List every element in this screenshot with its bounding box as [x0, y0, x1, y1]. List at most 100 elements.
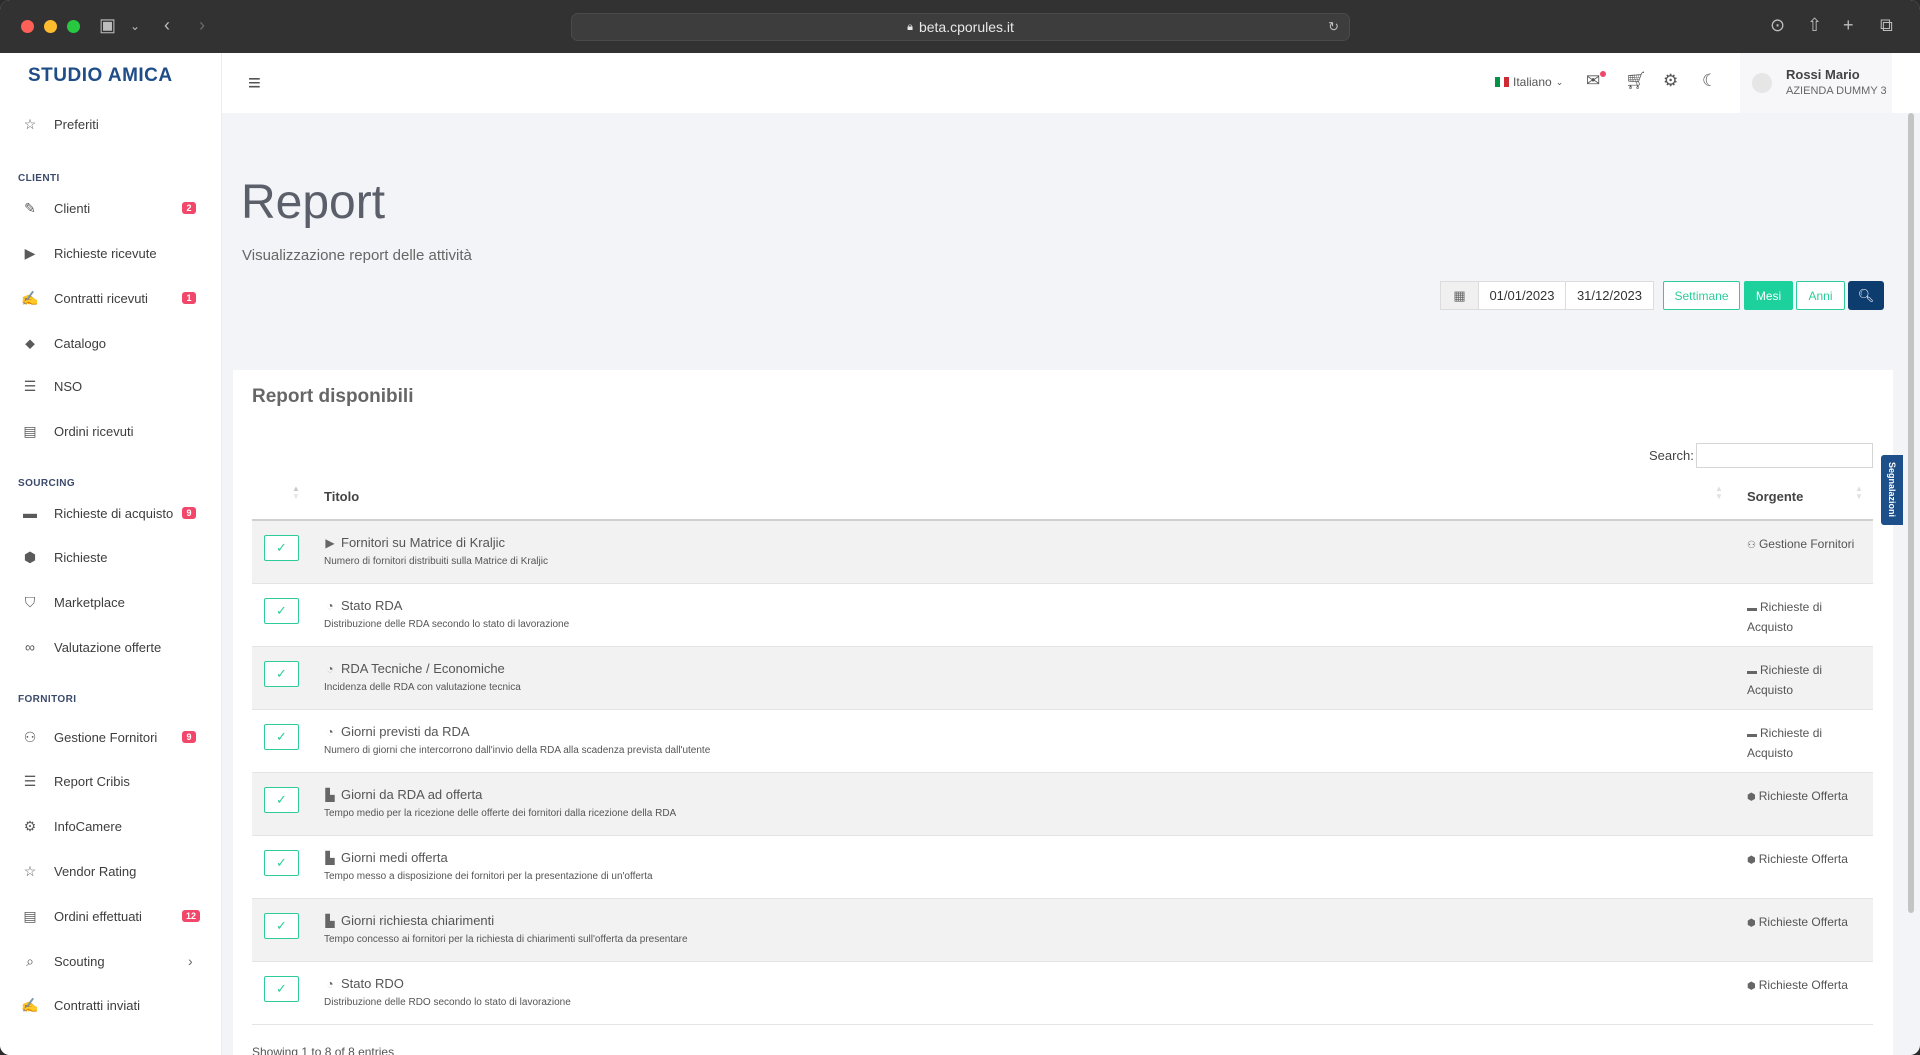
sort-icon[interactable]: ▲ ▼ [292, 485, 300, 501]
table-row[interactable]: ✓ ▙ Giorni richiesta chiarimenti Tempo conc… [252, 899, 1873, 962]
select-report-checkbox[interactable]: ✓ [264, 598, 299, 624]
table-search-input[interactable] [1696, 443, 1873, 468]
table-row[interactable]: ✓ ◔ Stato RDO Distribuzione delle RDO secon… [252, 962, 1873, 1025]
report-title[interactable]: ▙ Giorni da RDA ad offerta [324, 787, 482, 802]
select-report-checkbox[interactable]: ✓ [264, 724, 299, 750]
sidebar-item-valutazione-offerte[interactable]: ∞ Valutazione offerte [0, 632, 221, 662]
language-selector[interactable]: Italiano ⌄ [1495, 75, 1563, 89]
calendar-icon[interactable]: ▦ [1441, 282, 1479, 309]
sidebar-item-clienti[interactable]: ✎ Clienti 2 [0, 193, 221, 223]
table-row[interactable]: ✓ ▙ Giorni medi offerta Tempo messo a dispo… [252, 836, 1873, 899]
sidebar-item-marketplace[interactable]: ⛉ Marketplace [0, 587, 221, 617]
sidebar-item-report-cribis[interactable]: ☰ Report Cribis [0, 766, 221, 796]
select-report-checkbox[interactable]: ✓ [264, 787, 299, 813]
menu-toggle-icon[interactable]: ≡ [248, 70, 261, 96]
play-circle-icon: ▶ [325, 535, 335, 550]
period-years-button[interactable]: Anni [1796, 281, 1845, 310]
segnalazioni-tab[interactable]: Segnalazioni [1881, 455, 1903, 525]
close-window-button[interactable] [21, 20, 34, 33]
contract-icon: ✍ [21, 289, 39, 306]
address-bar[interactable]: 🔒︎ beta.cporules.it ↻ [571, 13, 1350, 41]
chevron-down-icon[interactable]: ⌄ [130, 19, 140, 33]
table-row[interactable]: ✓ ◔ RDA Tecniche / Economiche Incidenza del… [252, 647, 1873, 710]
period-months-button[interactable]: Mesi [1744, 281, 1793, 310]
report-title[interactable]: ◔ Stato RDA [324, 598, 402, 613]
search-icon: ⌕ [26, 952, 34, 969]
report-title[interactable]: ◔ Stato RDO [324, 976, 403, 991]
table-row[interactable]: ✓ ◔ Stato RDA Distribuzione delle RDA secon… [252, 584, 1873, 647]
report-source: ▬ Richieste di Acquisto [1747, 661, 1869, 699]
settings-icon[interactable]: ⚙ [1663, 71, 1678, 91]
select-report-checkbox[interactable]: ✓ [264, 976, 299, 1002]
select-report-checkbox[interactable]: ✓ [264, 850, 299, 876]
sidebar-item-preferiti[interactable]: ☆ Preferiti [0, 109, 221, 139]
report-title[interactable]: ▙ Giorni medi offerta [324, 850, 447, 865]
forward-icon[interactable]: › [199, 15, 205, 36]
cart-icon[interactable]: 🛒︎ [1625, 71, 1647, 91]
sidebar-item-richieste[interactable]: ⬢ Richieste [0, 542, 221, 572]
date-from-input[interactable] [1479, 282, 1566, 309]
table-row[interactable]: ✓ ◔ Giorni previsti da RDA Numero di giorni… [252, 710, 1873, 773]
tab-overview-icon[interactable]: ⧉ [1880, 15, 1893, 36]
check-icon: ✓ [276, 666, 287, 681]
sidebar-item-vendor-rating[interactable]: ☆ Vendor Rating [0, 856, 221, 886]
search-button[interactable]: 🔍︎ [1848, 281, 1884, 310]
new-tab-icon[interactable]: + [1843, 15, 1854, 36]
download-icon[interactable]: ⊙ [1770, 15, 1785, 36]
shopping-bag-icon: ⛉ [24, 593, 36, 610]
select-report-checkbox[interactable]: ✓ [264, 661, 299, 687]
share-icon[interactable]: ⇧ [1807, 15, 1822, 36]
report-source: ⬢ Richieste Offerta [1747, 787, 1869, 807]
report-title[interactable]: ▙ Giorni richiesta chiarimenti [324, 913, 494, 928]
back-icon[interactable]: ‹ [164, 15, 170, 36]
select-report-checkbox[interactable]: ✓ [264, 913, 299, 939]
browser-window: ▣ ⌄ ‹ › 🔒︎ beta.cporules.it ↻ ⊙ ⇧ + ⧉ ST… [0, 0, 1920, 1055]
report-description: Tempo medio per la ricezione delle offer… [324, 808, 677, 819]
report-title[interactable]: ▶ Fornitori su Matrice di Kraljic [324, 535, 505, 550]
sidebar-item-label: Scouting [54, 953, 105, 969]
column-header-titolo[interactable]: Titolo [324, 489, 359, 504]
minimize-window-button[interactable] [44, 20, 57, 33]
check-icon: ✓ [276, 603, 287, 618]
sidebar-item-label: Richieste ricevute [54, 245, 157, 261]
zoom-window-button[interactable] [67, 20, 80, 33]
sidebar-item-scouting[interactable]: ⌕ Scouting › [0, 946, 221, 976]
column-header-sorgente[interactable]: Sorgente [1747, 489, 1803, 504]
sidebar-item-label: Valutazione offerte [54, 639, 162, 655]
sidebar-item-contratti-inviati[interactable]: ✍ Contratti inviati [0, 990, 221, 1020]
report-title-text: RDA Tecniche / Economiche [341, 661, 505, 676]
page-scrollbar[interactable] [1908, 113, 1914, 913]
date-range-group: ▦ [1440, 281, 1654, 310]
sidebar-item-ordini-ricevuti[interactable]: ▤ Ordini ricevuti [0, 416, 221, 446]
notification-dot [1600, 71, 1606, 77]
report-title[interactable]: ◔ Giorni previsti da RDA [324, 724, 469, 739]
report-source: ▬ Richieste di Acquisto [1747, 598, 1869, 636]
sort-icon[interactable]: ▲ ▼ [1715, 485, 1723, 501]
sidebar-item-infocamere[interactable]: ⚙ InfoCamere [0, 811, 221, 841]
sidebar-item-ordini-effettuati[interactable]: ▤ Ordini effettuati 12 [0, 901, 221, 931]
sidebar-item-label: Catalogo [54, 335, 107, 351]
sidebar-item-gestione-fornitori[interactable]: ⚇ Gestione Fornitori 9 [0, 722, 221, 752]
report-source: ▬ Richieste di Acquisto [1747, 724, 1869, 762]
dark-mode-icon[interactable]: ☾ [1702, 71, 1717, 91]
table-row[interactable]: ✓ ▙ Giorni da RDA ad offerta Tempo medio pe… [252, 773, 1873, 836]
sidebar-toggle-icon[interactable]: ▣ [99, 15, 116, 36]
period-weeks-button[interactable]: Settimane [1663, 281, 1740, 310]
report-title[interactable]: ◔ RDA Tecniche / Economiche [324, 661, 505, 676]
user-menu[interactable]: Rossi Mario AZIENDA DUMMY 3 [1740, 53, 1892, 113]
sidebar-item-label: Richieste [54, 549, 108, 565]
sidebar-item-richieste-ricevute[interactable]: ▶ Richieste ricevute [0, 238, 221, 268]
reload-icon[interactable]: ↻ [1328, 19, 1339, 35]
play-circle-icon: ▶ [24, 244, 36, 261]
sidebar-item-richieste-di-acquisto[interactable]: ▬ Richieste di acquisto 9 [0, 498, 221, 528]
sidebar-item-nso[interactable]: ☰ NSO [0, 371, 221, 401]
sidebar-item-contratti-ricevuti[interactable]: ✍ Contratti ricevuti 1 [0, 283, 221, 313]
star-icon: ☆ [23, 115, 37, 132]
table-row[interactable]: ✓ ▶ Fornitori su Matrice di Kraljic Numero … [252, 521, 1873, 584]
mail-icon[interactable]: ✉ [1586, 71, 1600, 91]
sort-icon[interactable]: ▲ ▼ [1855, 485, 1863, 501]
sidebar-item-catalogo[interactable]: ⬥ Catalogo [0, 328, 221, 358]
select-report-checkbox[interactable]: ✓ [264, 535, 299, 561]
brand-logo[interactable]: STUDIO AMICA [28, 65, 173, 87]
date-to-input[interactable] [1566, 282, 1653, 309]
